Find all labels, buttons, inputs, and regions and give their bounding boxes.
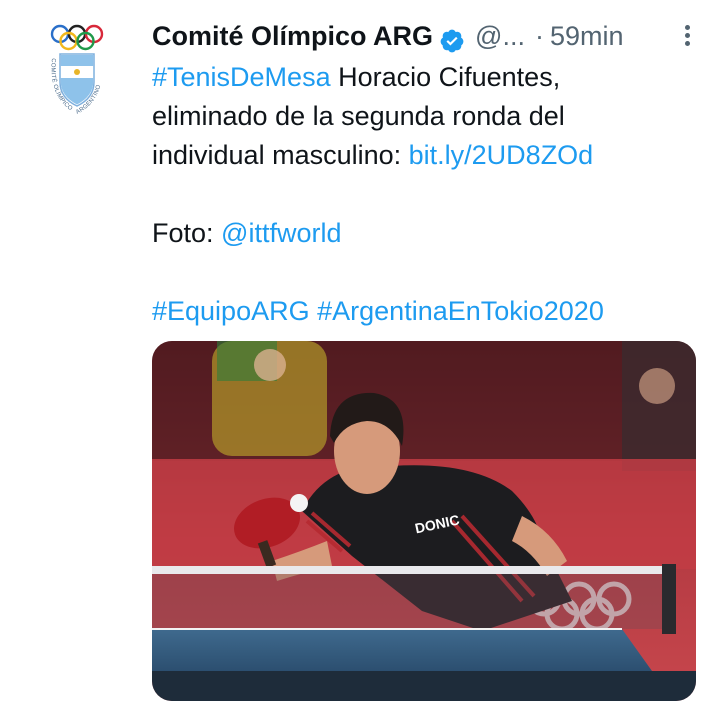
- tweet-text-line2: eliminado de la segunda ronda del: [152, 101, 565, 131]
- tweet-header: Comité Olímpico ARG @... · 59min: [152, 14, 697, 58]
- mention-ittfworld[interactable]: @ittfworld: [221, 218, 341, 248]
- tweet-text-line1: Horacio Cifuentes,: [330, 62, 561, 92]
- author-name[interactable]: Comité Olímpico ARG: [152, 14, 433, 58]
- olympic-committee-logo: COMITÉ OLÍMPICO ARGENTINO: [49, 24, 104, 116]
- hashtag-argentinaentokio2020[interactable]: #ArgentinaEnTokio2020: [317, 296, 604, 326]
- hashtag-equipoarg[interactable]: #EquipoARG: [152, 296, 310, 326]
- tweet-text: #TenisDeMesa Horacio Cifuentes, eliminad…: [152, 58, 697, 331]
- table-tennis-player-image: DONIC: [152, 341, 696, 701]
- header-separator: ·: [534, 21, 544, 51]
- verified-badge-icon: [439, 23, 465, 53]
- more-options-icon[interactable]: [677, 22, 697, 52]
- tweet-text-line3: individual masculino:: [152, 140, 409, 170]
- tweet-link[interactable]: bit.ly/2UD8ZOd: [409, 140, 594, 170]
- tweet[interactable]: COMITÉ OLÍMPICO ARGENTINO Comité Olímpic…: [0, 0, 720, 708]
- tweet-photo[interactable]: DONIC: [152, 341, 696, 701]
- author-handle[interactable]: @...: [475, 14, 525, 58]
- hashtag-tenisdemesa[interactable]: #TenisDeMesa: [152, 62, 331, 92]
- tweet-timestamp[interactable]: 59min: [550, 14, 624, 58]
- photo-credit-label: Foto:: [152, 218, 222, 248]
- tweet-content: Comité Olímpico ARG @... · 59min #TenisD…: [152, 14, 697, 331]
- author-avatar[interactable]: COMITÉ OLÍMPICO ARGENTINO: [38, 22, 116, 122]
